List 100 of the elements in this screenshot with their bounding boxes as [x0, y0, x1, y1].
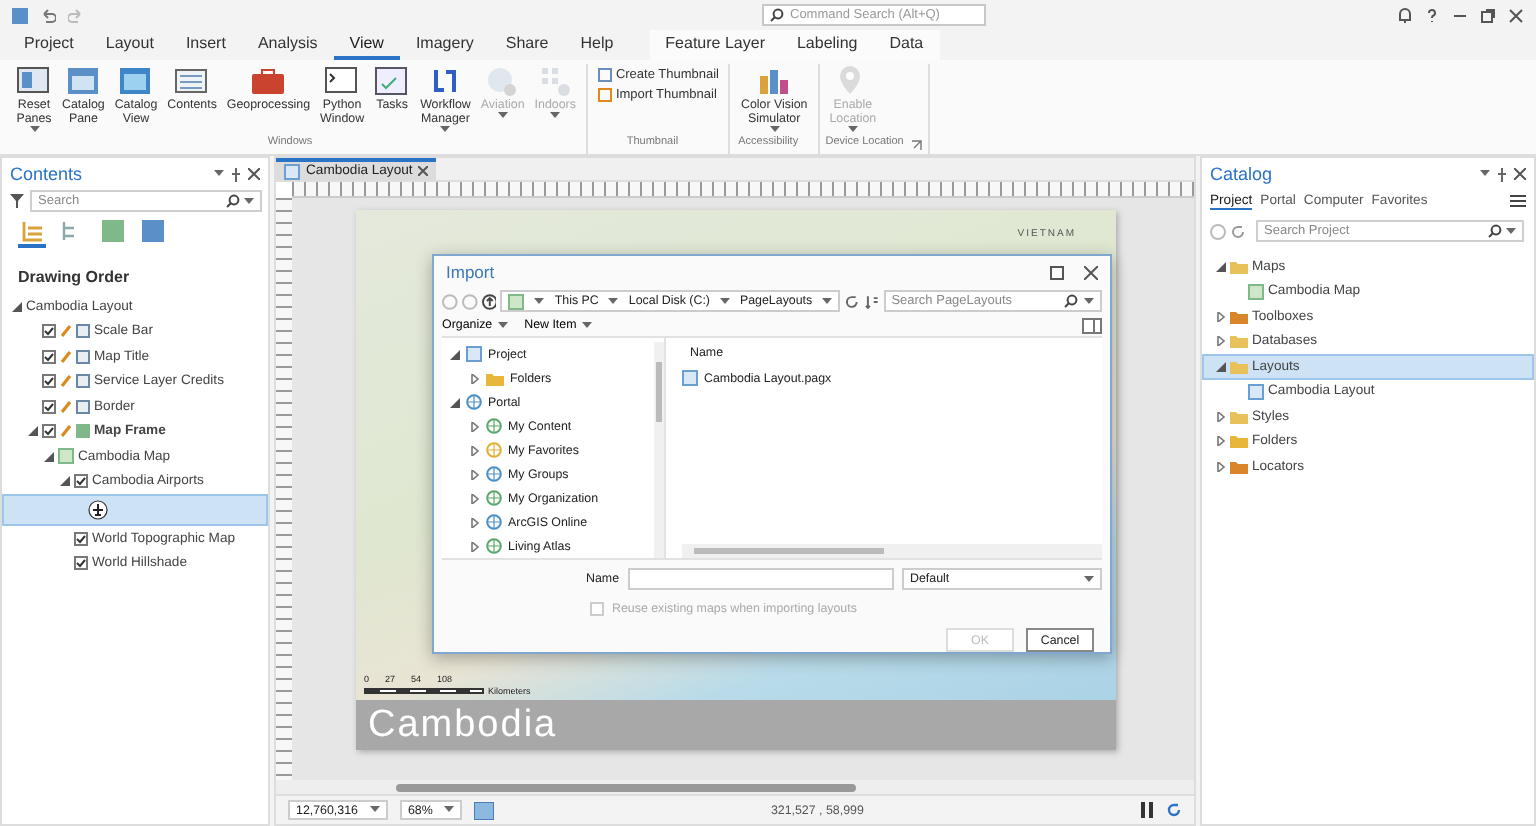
section-heading: Drawing Order: [16, 266, 132, 290]
help-icon[interactable]: [1424, 7, 1440, 23]
expanded-triangle-icon[interactable]: [12, 301, 22, 312]
ribbon-tab[interactable]: Help: [564, 34, 630, 60]
expanded-triangle-icon[interactable]: [450, 349, 460, 359]
checkbox[interactable]: [42, 324, 56, 339]
collapsed-triangle-icon[interactable]: [470, 469, 480, 479]
collapsed-triangle-icon[interactable]: [1216, 436, 1226, 447]
close-icon[interactable]: [1508, 7, 1524, 23]
menu-icon[interactable]: [1510, 194, 1526, 208]
globe-icon: [486, 514, 502, 530]
caret-icon: [214, 170, 224, 178]
save-icon[interactable]: [12, 7, 28, 23]
expanded-triangle-icon[interactable]: [60, 476, 70, 487]
map-frame-icon: [76, 424, 90, 439]
collapsed-triangle-icon[interactable]: [1216, 336, 1226, 347]
refresh-icon[interactable]: [1230, 223, 1246, 239]
caret-icon: [444, 806, 455, 814]
caret-icon: [1084, 297, 1095, 305]
map-icon: [58, 448, 74, 465]
globe-icon: [486, 490, 502, 506]
refresh-icon[interactable]: [844, 293, 860, 309]
checkbox[interactable]: [42, 424, 56, 439]
contextual-tab[interactable]: Feature Layer: [649, 34, 781, 60]
page-icon: [1248, 383, 1264, 400]
dialog-title: Import: [446, 262, 497, 282]
caret-icon: [440, 126, 451, 134]
collapsed-triangle-icon[interactable]: [1216, 311, 1226, 322]
up-icon[interactable]: [481, 293, 497, 309]
checkmark-icon: [44, 401, 54, 412]
view-tab[interactable]: [18, 220, 46, 248]
ribbon-tab[interactable]: Imagery: [399, 34, 490, 60]
globe-icon: [486, 442, 502, 458]
map-icon: [508, 293, 525, 309]
expanded-triangle-icon[interactable]: [450, 397, 460, 407]
contextual-tab[interactable]: Data: [873, 34, 940, 60]
expanded-triangle-icon[interactable]: [1216, 261, 1226, 272]
caret-icon: [608, 297, 619, 305]
collapsed-triangle-icon[interactable]: [470, 445, 480, 455]
map-icon: [1248, 283, 1264, 300]
ribbon-tab[interactable]: Layout: [89, 34, 170, 60]
close-icon[interactable]: [1514, 168, 1526, 180]
pin-icon[interactable]: [1496, 167, 1508, 181]
filter-icon[interactable]: [10, 194, 24, 208]
ribbon-tab[interactable]: Analysis: [241, 34, 334, 60]
scale-bar: [364, 688, 484, 694]
checkbox[interactable]: [42, 349, 56, 364]
checkmark-icon: [44, 426, 54, 437]
collapsed-triangle-icon[interactable]: [1216, 461, 1226, 472]
bar-chart-icon: [756, 64, 793, 98]
pause-icon[interactable]: [1140, 802, 1154, 818]
checkmark-icon: [76, 476, 86, 487]
pane-icon: [65, 64, 102, 98]
caret-icon: [497, 112, 508, 120]
search-icon: [1064, 294, 1079, 308]
search-icon: [226, 194, 240, 208]
caret-icon: [822, 298, 833, 306]
undo-icon[interactable]: [40, 7, 56, 23]
sort-icon[interactable]: [863, 293, 880, 309]
name-input[interactable]: [627, 568, 894, 590]
caret-icon: [1084, 575, 1094, 583]
close-icon[interactable]: [248, 168, 260, 180]
search-icon: [770, 8, 784, 22]
view-tab[interactable]: [138, 220, 166, 248]
collapsed-triangle-icon[interactable]: [470, 421, 480, 431]
launcher-icon[interactable]: [911, 140, 922, 150]
refresh-icon[interactable]: [1166, 802, 1182, 818]
restore-icon[interactable]: [1480, 7, 1496, 23]
collapsed-triangle-icon[interactable]: [470, 373, 480, 383]
map-title: Cambodia: [368, 703, 558, 747]
maximize-icon[interactable]: [1050, 265, 1064, 279]
collapsed-triangle-icon[interactable]: [470, 517, 480, 527]
checkbox[interactable]: [42, 374, 56, 389]
expanded-triangle-icon[interactable]: [1216, 361, 1226, 372]
checkbox[interactable]: [42, 399, 56, 414]
contextual-tab[interactable]: Labeling: [780, 34, 874, 60]
ribbon-tab[interactable]: Insert: [169, 34, 242, 60]
collapsed-triangle-icon[interactable]: [470, 541, 480, 551]
pin-icon[interactable]: [230, 167, 242, 181]
checkbox[interactable]: [74, 474, 88, 489]
checkmark-icon: [44, 326, 54, 337]
close-icon[interactable]: [418, 166, 429, 176]
bell-icon[interactable]: [1398, 7, 1412, 23]
ribbon-tab[interactable]: Project: [8, 34, 90, 60]
close-icon[interactable]: [1084, 265, 1098, 279]
checkmark-icon: [76, 533, 86, 544]
toolbox-icon: [250, 64, 287, 98]
caret-icon: [244, 197, 254, 205]
expanded-triangle-icon[interactable]: [44, 451, 54, 462]
frame-icon[interactable]: [474, 801, 495, 819]
collapsed-triangle-icon[interactable]: [1216, 411, 1226, 422]
collapsed-triangle-icon[interactable]: [470, 493, 480, 503]
checkbox[interactable]: [74, 556, 88, 571]
window-panes-icon: [16, 64, 52, 98]
snapping-icon: [141, 220, 163, 242]
page-icon: [466, 346, 482, 362]
preview-pane-icon[interactable]: [1082, 317, 1102, 333]
checkbox[interactable]: [74, 531, 88, 546]
ribbon-tab[interactable]: Share: [489, 34, 565, 60]
expanded-triangle-icon[interactable]: [28, 426, 38, 437]
